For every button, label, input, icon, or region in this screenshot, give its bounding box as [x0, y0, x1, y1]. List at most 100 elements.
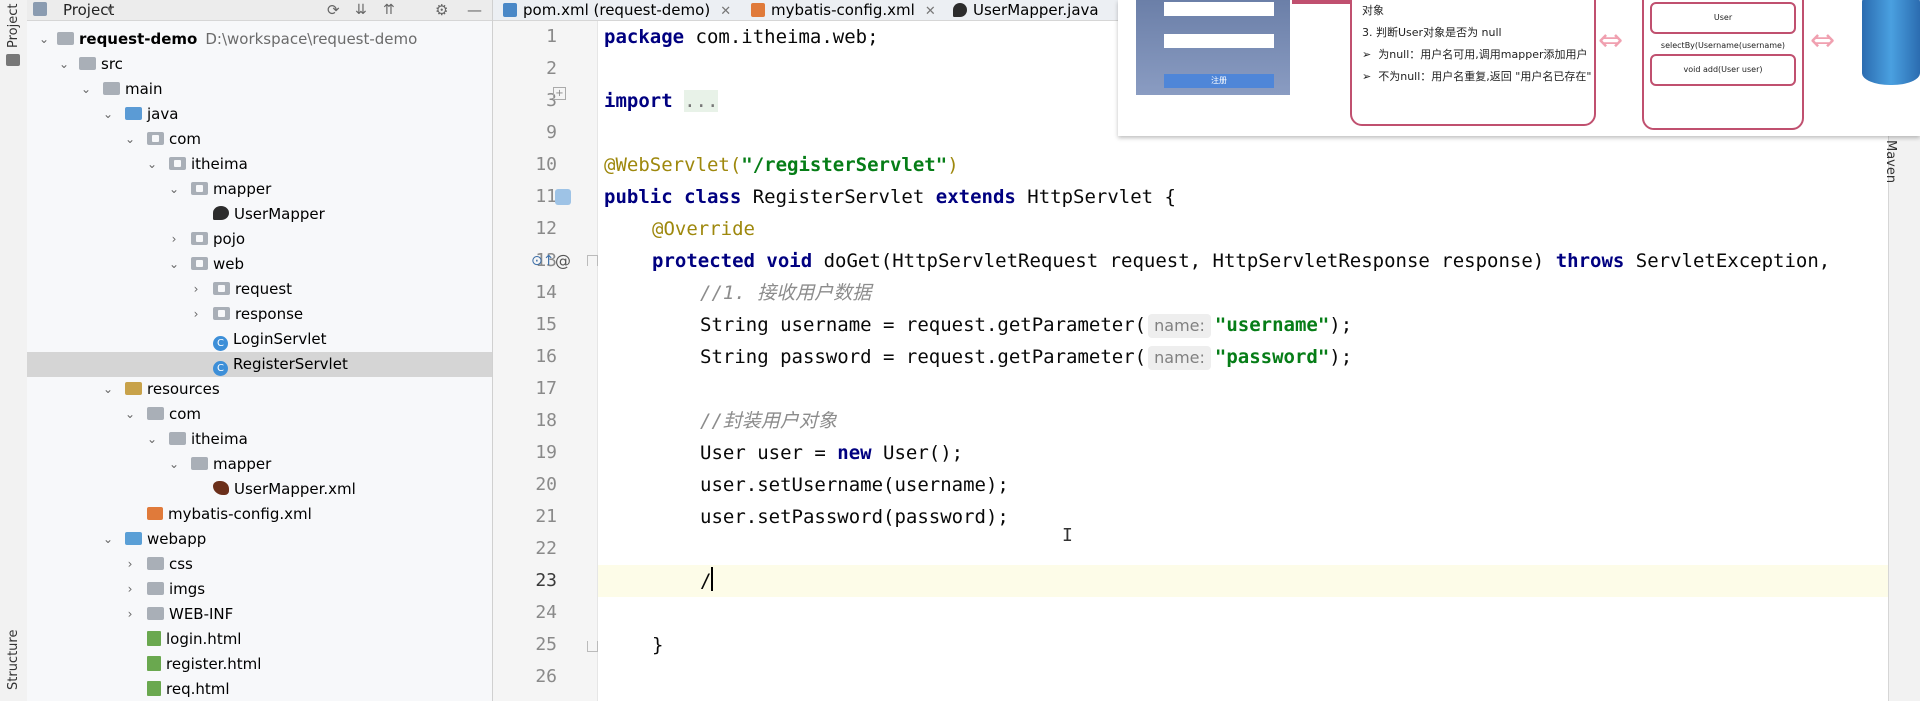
chevron-down-icon[interactable]: ⌄ [123, 402, 137, 427]
tree-item-resources[interactable]: ⌄ resources [27, 377, 492, 402]
code-line-15[interactable]: String username = request.getParameter(n… [700, 309, 1352, 341]
tree-item-mybatis-config[interactable]: mybatis-config.xml [27, 502, 492, 527]
code-line-18[interactable]: //封装用户对象 [700, 405, 837, 437]
tree-item-mapper-res[interactable]: ⌄ mapper [27, 452, 492, 477]
chevron-down-icon[interactable]: ⌄ [145, 152, 159, 177]
tree-item-label: java [147, 105, 179, 123]
xml-file-icon [147, 507, 163, 520]
code-line-13[interactable]: protected void doGet(HttpServletRequest … [652, 245, 1830, 277]
maven-tool-window-button[interactable]: Maven [1883, 140, 1898, 183]
project-tool-window-button[interactable]: Project [6, 4, 21, 48]
resources-folder-icon [125, 382, 142, 395]
chevron-down-icon[interactable]: ⌄ [167, 177, 181, 202]
minimize-icon[interactable]: — [467, 0, 482, 20]
chevron-right-icon[interactable]: › [123, 552, 137, 577]
chevron-down-icon[interactable]: ⌄ [123, 127, 137, 152]
chevron-right-icon[interactable]: › [123, 577, 137, 602]
tree-item-request[interactable]: › request [27, 277, 492, 302]
tree-item-label: RegisterServlet [233, 355, 348, 373]
line-number: 16 [535, 346, 557, 367]
tab-mybatis-config-xml[interactable]: mybatis-config.xml ✕ [751, 0, 936, 22]
tree-item-req-html[interactable]: req.html [27, 677, 492, 701]
tree-item-web[interactable]: ⌄ web [27, 252, 492, 277]
chevron-down-icon[interactable]: ⌄ [79, 77, 93, 102]
tree-item-usermapper[interactable]: UserMapper [27, 202, 492, 227]
code-line-1[interactable]: package com.itheima.web; [604, 21, 879, 53]
folded-imports[interactable]: ... [684, 90, 719, 112]
tree-item-src[interactable]: ⌄ src [27, 52, 492, 77]
package-icon [191, 182, 208, 195]
code-line-20[interactable]: user.setUsername(username); [700, 469, 1009, 501]
chevron-right-icon[interactable]: › [189, 302, 203, 327]
tree-item-com-res[interactable]: ⌄ com [27, 402, 492, 427]
tree-item-pojo[interactable]: › pojo [27, 227, 492, 252]
code-line-10[interactable]: @WebServlet("/registerServlet") [604, 149, 959, 181]
code-line-23[interactable]: / [700, 565, 714, 597]
double-arrow-icon: ⇔ [1598, 23, 1624, 58]
chevron-right-icon[interactable]: › [189, 277, 203, 302]
chevron-right-icon[interactable]: › [167, 227, 181, 252]
tab-pom-xml[interactable]: pom.xml (request-demo) ✕ [503, 0, 731, 22]
tree-item-itheima[interactable]: ⌄ itheima [27, 152, 492, 177]
tab-usermapper-java[interactable]: UserMapper.java [953, 0, 1099, 20]
tree-item-imgs[interactable]: › imgs [27, 577, 492, 602]
tree-item-css[interactable]: › css [27, 552, 492, 577]
tree-item-request-demo[interactable]: ⌄ request-demo D:\workspace\request-demo [27, 27, 492, 52]
code-line-14[interactable]: //1. 接收用户数据 [700, 277, 871, 309]
tree-item-response[interactable]: › response [27, 302, 492, 327]
chevron-down-icon[interactable]: ⌄ [101, 527, 115, 552]
parameter-hint: name: [1148, 346, 1211, 370]
tree-item-label: WEB-INF [169, 605, 234, 623]
code-line-25[interactable]: } [652, 629, 663, 661]
tree-item-web-inf[interactable]: › WEB-INF [27, 602, 492, 627]
code-line-19[interactable]: User user = new User(); [700, 437, 963, 469]
line-number: 11 [535, 186, 557, 207]
tree-item-usermapper-xml[interactable]: UserMapper.xml [27, 477, 492, 502]
mybatis-interface-icon [953, 3, 967, 17]
code-line-3[interactable]: import ... [604, 85, 719, 117]
code-line-11[interactable]: public class RegisterServlet extends Htt… [604, 181, 1176, 213]
chevron-down-icon[interactable]: ⌄ [57, 52, 71, 77]
structure-tool-window-button[interactable]: Structure [6, 630, 21, 690]
line-number: 24 [535, 602, 557, 623]
tree-item-java[interactable]: ⌄ java [27, 102, 492, 127]
code-line-16[interactable]: String password = request.getParameter(n… [700, 341, 1352, 373]
tree-item-com[interactable]: ⌄ com [27, 127, 492, 152]
chevron-down-icon[interactable]: ⌄ [101, 377, 115, 402]
gear-icon[interactable]: ⚙ [435, 0, 448, 20]
code-line-12[interactable]: @Override [652, 213, 755, 245]
tree-item-itheima-res[interactable]: ⌄ itheima [27, 427, 492, 452]
chevron-down-icon[interactable]: ⌄ [145, 427, 159, 452]
servlet-web-icon[interactable] [555, 189, 571, 205]
keyword: new [837, 442, 872, 464]
chevron-right-icon[interactable]: › [123, 602, 137, 627]
code-line-21[interactable]: user.setPassword(password); [700, 501, 1009, 533]
fold-marker-icon[interactable] [587, 641, 598, 652]
code-text: ServletException, [1624, 250, 1831, 272]
chevron-down-icon[interactable]: ⌄ [101, 102, 115, 127]
chevron-down-icon[interactable]: ⌄ [167, 452, 181, 477]
annotation-at-icon[interactable]: @ [555, 251, 571, 270]
tree-item-mapper[interactable]: ⌄ mapper [27, 177, 492, 202]
tree-item-main[interactable]: ⌄ main [27, 77, 492, 102]
close-icon[interactable]: ✕ [720, 4, 731, 19]
fold-expand-icon[interactable]: + [553, 87, 566, 100]
tree-item-webapp[interactable]: ⌄ webapp [27, 527, 492, 552]
folder-icon [57, 32, 74, 45]
code-text: User(); [871, 442, 964, 464]
fold-marker-icon[interactable] [587, 255, 598, 266]
line-number: 17 [535, 378, 557, 399]
tree-item-loginservlet[interactable]: C LoginServlet [27, 327, 492, 352]
tree-item-register-html[interactable]: register.html [27, 652, 492, 677]
chevron-down-icon[interactable]: ⌄ [37, 27, 51, 52]
slide-text-null: ➢ 为null：用户名可用,调用mapper添加用户 [1362, 48, 1588, 61]
tree-item-registerservlet[interactable]: C RegisterServlet [27, 352, 492, 377]
override-method-icon[interactable]: ⊙↑ [531, 253, 554, 269]
tree-item-login-html[interactable]: login.html [27, 627, 492, 652]
collapse-all-icon[interactable]: ⇈ [383, 0, 395, 20]
sync-icon[interactable]: ⟳ [327, 0, 340, 20]
chevron-down-icon[interactable]: ▾ [107, 0, 113, 20]
expand-all-icon[interactable]: ⇊ [355, 0, 367, 20]
chevron-down-icon[interactable]: ⌄ [167, 252, 181, 277]
close-icon[interactable]: ✕ [925, 4, 936, 19]
